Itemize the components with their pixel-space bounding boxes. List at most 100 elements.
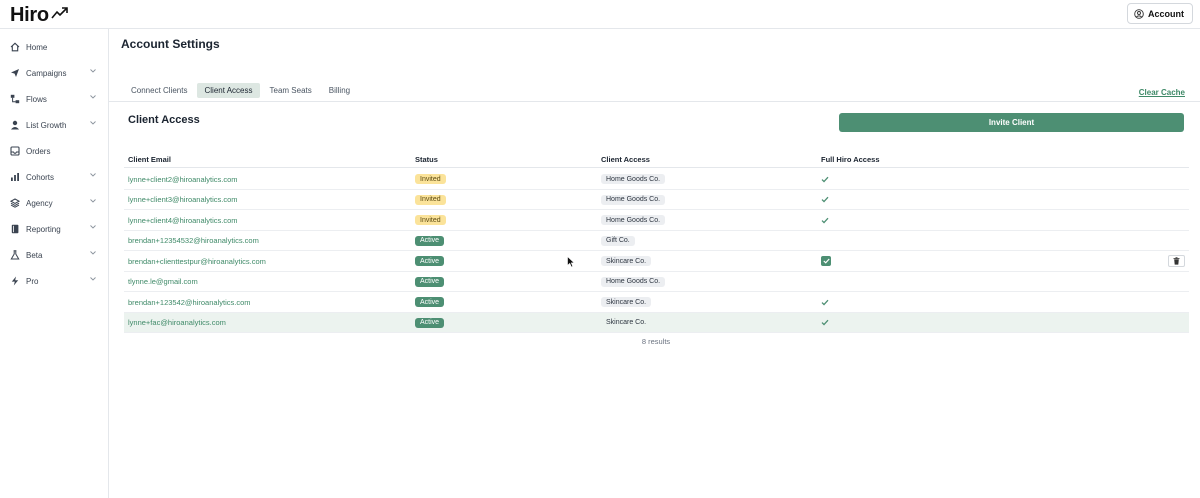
client-email[interactable]: brendan+clienttestpur@hiroanalytics.com: [128, 251, 266, 271]
top-bar: Hiro Account: [0, 0, 1200, 29]
chevron-down-icon: [90, 251, 96, 255]
mouse-cursor-icon: [567, 255, 576, 271]
table-row[interactable]: lynne+client3@hiroanalytics.com Invited …: [124, 190, 1189, 210]
status-badge: Active: [415, 235, 445, 246]
account-label: Account: [1148, 8, 1184, 19]
full-access-cell: [821, 313, 829, 333]
full-access-cell: [821, 210, 829, 230]
bar-chart-icon: [10, 172, 20, 182]
chevron-down-icon: [90, 95, 96, 99]
tab-team-seats[interactable]: Team Seats: [263, 83, 319, 98]
actions-cell: [1168, 251, 1185, 271]
client-access-chip: Skincare Co.: [601, 256, 652, 266]
access-cell: Home Goods Co.: [601, 169, 666, 189]
sidebar-item-beta[interactable]: Beta: [0, 244, 108, 266]
column-header-client-access: Client Access: [601, 155, 650, 164]
invite-client-button[interactable]: Invite Client: [839, 113, 1184, 132]
trend-arrow-icon: [51, 6, 69, 23]
sidebar-item-agency[interactable]: Agency: [0, 192, 108, 214]
access-cell: Home Goods Co.: [601, 190, 666, 210]
check-icon: [821, 319, 829, 326]
chevron-down-icon: [90, 121, 96, 125]
full-access-cell: [821, 169, 829, 189]
user-circle-icon: [1134, 8, 1144, 19]
status-badge: Invited: [415, 215, 446, 225]
tab-billing[interactable]: Billing: [322, 83, 357, 98]
sidebar-item-list-growth[interactable]: List Growth: [0, 114, 108, 136]
client-access-chip: Home Goods Co.: [601, 215, 666, 225]
settings-tabs: Connect Clients Client Access Team Seats…: [124, 83, 360, 98]
sidebar-item-label: Pro: [26, 276, 39, 286]
access-cell: Home Goods Co.: [601, 210, 666, 230]
status-badge: Active: [415, 297, 445, 307]
client-email[interactable]: lynne+fac@hiroanalytics.com: [128, 313, 226, 333]
home-icon: [10, 42, 20, 52]
client-email[interactable]: lynne+client2@hiroanalytics.com: [128, 169, 238, 189]
sidebar-item-label: Beta: [26, 250, 43, 260]
hiro-logo[interactable]: Hiro: [10, 4, 69, 27]
status-cell: Active: [415, 292, 445, 312]
full-access-cell: [821, 251, 831, 271]
tabs-divider: [109, 101, 1200, 102]
tab-client-access[interactable]: Client Access: [197, 83, 260, 98]
sidebar-item-label: Campaigns: [26, 68, 67, 78]
sidebar-item-home[interactable]: Home: [0, 36, 108, 58]
send-icon: [10, 68, 20, 78]
chevron-down-icon: [90, 277, 96, 281]
check-icon: [821, 196, 829, 203]
account-button[interactable]: Account: [1127, 3, 1193, 24]
chevron-down-icon: [90, 69, 96, 73]
sidebar-item-label: Flows: [26, 94, 47, 104]
client-email[interactable]: brendan+123542@hiroanalytics.com: [128, 292, 250, 312]
client-access-chip: Home Goods Co.: [601, 276, 666, 287]
page-title: Account Settings: [121, 37, 220, 51]
table-row[interactable]: lynne+client4@hiroanalytics.com Invited …: [124, 210, 1189, 231]
chevron-down-icon: [90, 173, 96, 177]
client-access-chip: Skincare Co.: [606, 319, 647, 326]
chevron-down-icon: [90, 225, 96, 229]
status-cell: Active: [415, 251, 445, 271]
chevron-down-icon: [90, 199, 96, 203]
sidebar-item-label: Orders: [26, 146, 51, 156]
access-cell: Skincare Co.: [601, 251, 652, 271]
table-row[interactable]: brendan+12354532@hiroanalytics.com Activ…: [124, 231, 1189, 251]
client-email[interactable]: lynne+client3@hiroanalytics.com: [128, 190, 238, 210]
client-access-chip: Home Goods Co.: [601, 194, 666, 205]
table-row[interactable]: brendan+123542@hiroanalytics.com Active …: [124, 292, 1189, 313]
sidebar-item-flows[interactable]: Flows: [0, 88, 108, 110]
status-cell: Invited: [415, 169, 446, 189]
table-row[interactable]: lynne+client2@hiroanalytics.com Invited …: [124, 169, 1189, 190]
sidebar-item-label: Cohorts: [26, 172, 55, 182]
sidebar-item-label: Reporting: [26, 224, 61, 234]
client-email[interactable]: lynne+client4@hiroanalytics.com: [128, 210, 238, 230]
sidebar-item-pro[interactable]: Pro: [0, 270, 108, 292]
full-access-cell: [821, 190, 829, 210]
sidebar: Home Campaigns Flows List Growth Orders …: [0, 29, 109, 498]
client-email[interactable]: tlynne.le@gmail.com: [128, 272, 198, 292]
status-cell: Invited: [415, 210, 446, 230]
section-title: Client Access: [128, 114, 200, 126]
table-row[interactable]: tlynne.le@gmail.com Active Home Goods Co…: [124, 272, 1189, 292]
status-badge: Active: [415, 317, 445, 328]
status-cell: Active: [415, 231, 445, 251]
access-cell: Skincare Co.: [601, 313, 651, 333]
table-row[interactable]: brendan+clienttestpur@hiroanalytics.com …: [124, 251, 1189, 272]
client-email[interactable]: brendan+12354532@hiroanalytics.com: [128, 231, 259, 251]
results-count: 8 results: [641, 337, 671, 346]
tab-connect-clients[interactable]: Connect Clients: [124, 83, 194, 98]
sidebar-item-label: Home: [26, 42, 48, 52]
full-access-checkbox[interactable]: [821, 256, 831, 266]
sidebar-item-campaigns[interactable]: Campaigns: [0, 62, 108, 84]
sidebar-item-orders[interactable]: Orders: [0, 140, 108, 162]
clear-cache-link[interactable]: Clear Cache: [1139, 88, 1185, 97]
sidebar-item-reporting[interactable]: Reporting: [0, 218, 108, 240]
status-cell: Active: [415, 272, 445, 292]
delete-button[interactable]: [1168, 255, 1185, 267]
column-header-full-hiro-access: Full Hiro Access: [821, 155, 880, 164]
client-access-chip: Skincare Co.: [601, 297, 652, 307]
full-access-cell: [821, 292, 829, 312]
table-row[interactable]: lynne+fac@hiroanalytics.com Active Skinc…: [124, 312, 1189, 333]
user-icon: [10, 120, 20, 130]
sidebar-item-cohorts[interactable]: Cohorts: [0, 166, 108, 188]
flask-icon: [10, 250, 20, 260]
